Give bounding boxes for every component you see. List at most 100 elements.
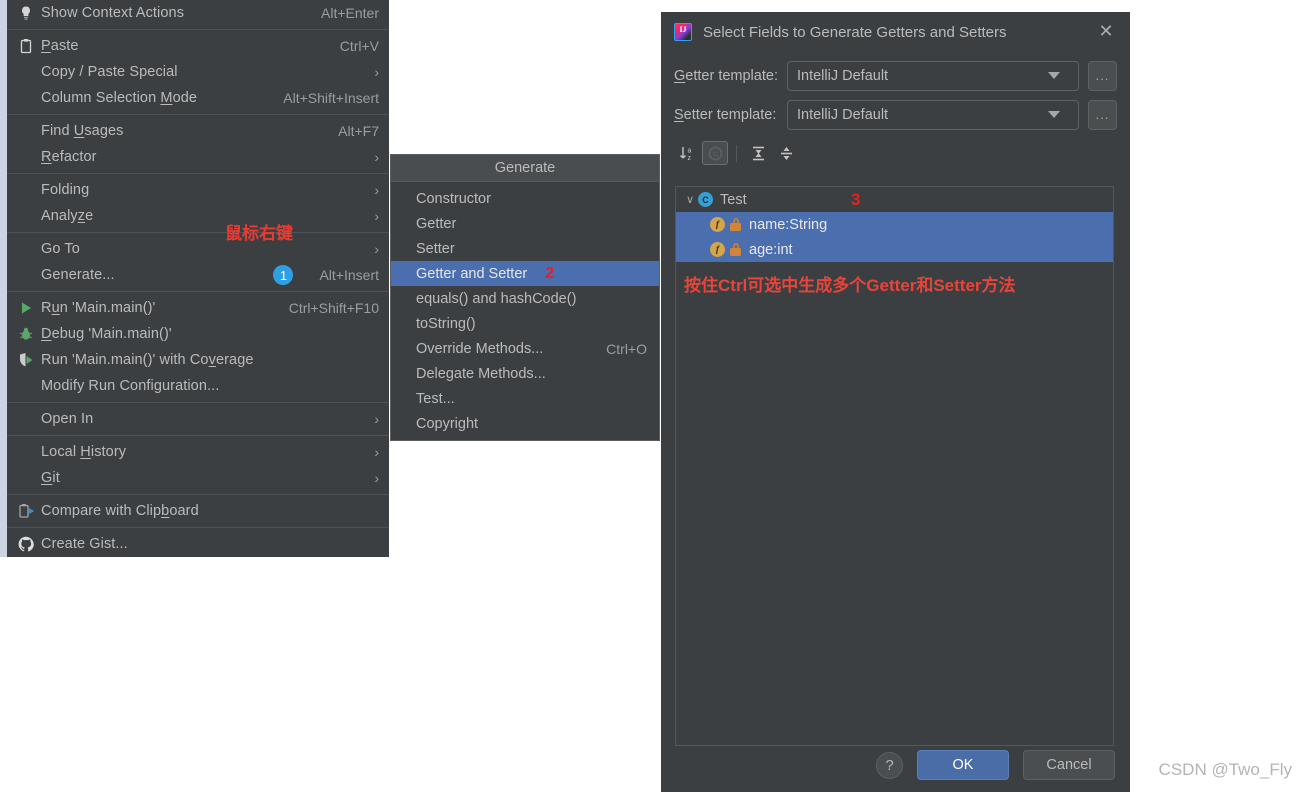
setter-template-value: IntelliJ Default [797, 106, 889, 123]
menu-separator [7, 291, 389, 292]
context-menu-item-label: Debug 'Main.main()' [41, 326, 172, 342]
tree-row-class[interactable]: ∨ C Test [676, 187, 1113, 212]
context-menu-item[interactable]: Create Gist... [7, 531, 389, 557]
context-menu-item[interactable]: Modify Run Configuration... [7, 373, 389, 399]
menu-separator [7, 435, 389, 436]
chevron-down-icon [1048, 111, 1060, 118]
context-menu-item-label: Go To [41, 241, 80, 257]
annotation-badge-1: 1 [273, 265, 294, 285]
show-class-icon[interactable]: C [702, 141, 728, 165]
context-menu-item-label: Generate... [41, 267, 115, 283]
cancel-button[interactable]: Cancel [1023, 750, 1115, 780]
context-menu-item-label: Modify Run Configuration... [41, 378, 220, 394]
context-menu-item-label: Open In [41, 411, 94, 427]
class-icon: C [698, 192, 713, 207]
generate-menu-item-label: Override Methods... [416, 340, 544, 357]
setter-template-combo[interactable]: IntelliJ Default [787, 99, 1079, 130]
context-menu-item-shortcut: Alt+F7 [338, 123, 379, 139]
context-menu-item[interactable]: Folding › [7, 177, 389, 203]
context-menu-item-shortcut: Alt+Enter [321, 5, 379, 21]
menu-separator [7, 114, 389, 115]
generate-menu-item[interactable]: Copyright [391, 411, 659, 436]
close-icon[interactable]: ✕ [1096, 22, 1116, 42]
setter-template-browse-button[interactable]: ... [1088, 99, 1117, 130]
context-menu-item[interactable]: Go To › [7, 236, 389, 262]
help-button[interactable]: ? [876, 751, 903, 779]
tree-row-field[interactable]: f age:int [676, 237, 1113, 262]
context-menu-item-shortcut: Alt+Shift+Insert [283, 90, 379, 106]
ok-button[interactable]: OK [917, 750, 1009, 780]
context-menu-item-label: Create Gist... [41, 536, 128, 552]
no-icon [15, 180, 37, 200]
generate-menu-item-label: equals() and hashCode() [416, 290, 577, 307]
private-lock-icon [730, 243, 741, 256]
watermark: CSDN @Two_Fly [1158, 760, 1292, 779]
fields-tree[interactable]: ∨ C Test f name:String f age:int [675, 186, 1114, 746]
context-menu-item[interactable]: Column Selection Mode Alt+Shift+Insert [7, 85, 389, 111]
context-menu-item-label: Run 'Main.main()' with Coverage [41, 352, 254, 368]
generate-menu-item[interactable]: toString() [391, 311, 659, 336]
context-menu-item[interactable]: Debug 'Main.main()' [7, 321, 389, 347]
no-icon [15, 442, 37, 462]
github-icon [15, 534, 37, 554]
no-icon [15, 468, 37, 488]
generate-menu-item-label: toString() [416, 315, 476, 332]
generate-menu-item[interactable]: Setter [391, 236, 659, 261]
submenu-chevron-icon: › [374, 64, 379, 80]
context-menu-item-shortcut: Ctrl+V [339, 38, 379, 54]
context-menu-item[interactable]: Show Context Actions Alt+Enter [7, 0, 389, 26]
expand-all-icon[interactable] [745, 141, 771, 165]
context-menu-item-label: Refactor [41, 149, 97, 165]
context-menu-item[interactable]: Run 'Main.main()' with Coverage [7, 347, 389, 373]
chevron-down-icon[interactable]: ∨ [682, 193, 698, 206]
submenu-chevron-icon: › [374, 411, 379, 427]
generate-menu-item[interactable]: Delegate Methods... [391, 361, 659, 386]
menu-separator [7, 173, 389, 174]
context-menu-item[interactable]: Git › [7, 465, 389, 491]
getter-template-browse-button[interactable]: ... [1088, 60, 1117, 91]
generate-menu-item-label: Getter [416, 215, 457, 232]
clipboard-icon [15, 36, 37, 56]
dialog-title: Select Fields to Generate Getters and Se… [703, 23, 1007, 41]
generate-menu-item[interactable]: Getter [391, 211, 659, 236]
context-menu-item[interactable]: Analyze › [7, 203, 389, 229]
run-icon [15, 298, 37, 318]
no-icon [15, 62, 37, 82]
context-menu-item[interactable]: Compare with Clipboard [7, 498, 389, 524]
context-menu-item[interactable]: Paste Ctrl+V [7, 33, 389, 59]
getter-template-combo[interactable]: IntelliJ Default [787, 60, 1079, 91]
setter-template-label: Setter template: [674, 106, 777, 123]
no-icon [15, 147, 37, 167]
tree-row-field[interactable]: f name:String [676, 212, 1113, 237]
generate-menu-item[interactable]: Constructor [391, 186, 659, 211]
generate-menu-item[interactable]: Test... [391, 386, 659, 411]
context-menu-item-label: Column Selection Mode [41, 90, 198, 106]
context-menu-item[interactable]: Generate... 1 Alt+Insert [7, 262, 389, 288]
context-menu-item[interactable]: Local History › [7, 439, 389, 465]
menu-separator [7, 29, 389, 30]
toolbar-divider [736, 144, 737, 162]
annotation-ctrl-multiselect: 按住Ctrl可选中生成多个Getter和Setter方法 [684, 276, 1016, 295]
no-icon [15, 88, 37, 108]
context-menu-item[interactable]: Open In › [7, 406, 389, 432]
generate-menu-item[interactable]: equals() and hashCode() [391, 286, 659, 311]
no-icon [15, 239, 37, 259]
context-menu-item-label: Run 'Main.main()' [41, 300, 156, 316]
context-menu-item[interactable]: Find Usages Alt+F7 [7, 118, 389, 144]
context-menu-item[interactable]: Refactor › [7, 144, 389, 170]
tree-row-label: age:int [749, 241, 793, 258]
collapse-all-icon[interactable] [773, 141, 799, 165]
annotation-mouse-right-click: 鼠标右键 [225, 224, 293, 243]
submenu-chevron-icon: › [374, 470, 379, 486]
context-menu-item[interactable]: Copy / Paste Special › [7, 59, 389, 85]
context-menu-item-label: Git [41, 470, 60, 486]
editor-context-menu: Show Context Actions Alt+Enter Paste Ctrl+V… [0, 0, 389, 557]
svg-text:a: a [687, 147, 691, 154]
sort-alphabetically-icon[interactable]: a z [674, 141, 700, 165]
dialog-titlebar: IJ Select Fields to Generate Getters and… [661, 12, 1130, 52]
generate-menu-item[interactable]: Getter and Setter 2 [391, 261, 659, 286]
generate-menu-item[interactable]: Override Methods... Ctrl+O [391, 336, 659, 361]
context-menu-item[interactable]: Run 'Main.main()' Ctrl+Shift+F10 [7, 295, 389, 321]
submenu-chevron-icon: › [374, 149, 379, 165]
annotation-number-3: 3 [851, 190, 861, 209]
